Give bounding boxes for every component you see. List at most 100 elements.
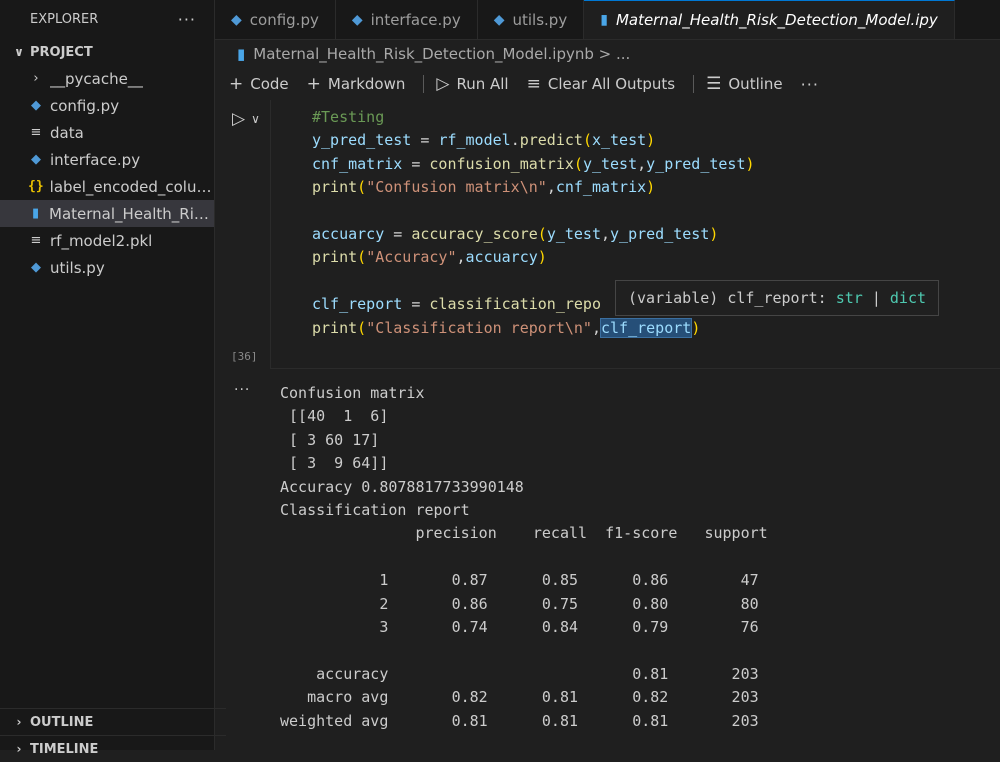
tab-config[interactable]: ◆ config.py xyxy=(215,0,336,39)
clear-outputs-label: Clear All Outputs xyxy=(547,75,676,93)
breadcrumb[interactable]: ▮ Maternal_Health_Risk_Detection_Model.i… xyxy=(215,40,1000,68)
code-token: print xyxy=(312,248,358,267)
code-token: x_test xyxy=(591,131,647,150)
code-token: rf_model xyxy=(438,131,511,150)
python-file-icon: ◆ xyxy=(31,98,41,113)
code-line[interactable]: y_pred_test = rf_model.predict(x_test) xyxy=(312,129,755,152)
outline-section-header[interactable]: › OUTLINE xyxy=(0,708,226,735)
tree-item-label: data xyxy=(50,123,84,142)
add-code-cell-button[interactable]: + Code xyxy=(229,74,289,94)
code-token: confusion_matrix xyxy=(429,154,574,173)
code-line[interactable] xyxy=(312,200,755,223)
clear-all-outputs-button[interactable]: ≡ Clear All Outputs xyxy=(527,74,676,94)
chevron-down-icon[interactable]: ∨ xyxy=(251,112,260,126)
tab-label: interface.py xyxy=(370,10,461,29)
tab-utils[interactable]: ◆ utils.py xyxy=(478,0,585,39)
explorer-title: EXPLORER xyxy=(30,12,99,27)
tab-label: config.py xyxy=(249,10,319,29)
code-token: y_pred_test xyxy=(610,224,710,243)
code-token: ( xyxy=(582,131,592,150)
output-actions-icon[interactable]: ··· xyxy=(234,382,250,398)
code-token: y_test xyxy=(582,154,638,173)
code-token: clf_report xyxy=(312,295,403,314)
chevron-right-icon: › xyxy=(16,715,22,729)
outline-label: OUTLINE xyxy=(30,714,94,730)
outline-button[interactable]: ☰ Outline xyxy=(706,74,783,94)
chevron-right-icon: › xyxy=(16,742,22,756)
code-token: cnf_matrix xyxy=(555,178,647,197)
run-cell-control[interactable]: ▷ ∨ xyxy=(232,109,260,129)
code-token: clf_report xyxy=(599,317,693,338)
code-token: predict xyxy=(519,131,583,150)
chevron-down-icon: ∨ xyxy=(14,45,24,59)
explorer-sidebar: EXPLORER ··· ∨ PROJECT › __pycache__ ◆ c… xyxy=(0,0,226,757)
tree-folder-pycache[interactable]: › __pycache__ xyxy=(0,65,214,92)
code-token: ) xyxy=(537,248,547,267)
editor-tabs: ◆ config.py ◆ interface.py ◆ utils.py ▮ … xyxy=(215,0,1000,40)
code-token: ( xyxy=(573,154,583,173)
code-token: ( xyxy=(357,178,367,197)
run-all-button[interactable]: ▷ Run All xyxy=(436,74,508,94)
code-token: y_test xyxy=(546,224,601,243)
code-line[interactable]: #Testing xyxy=(312,106,755,129)
python-file-icon: ◆ xyxy=(231,11,242,28)
code-line[interactable]: print("Confusion matrix\n",cnf_matrix) xyxy=(312,176,755,199)
add-markdown-cell-button[interactable]: + Markdown xyxy=(307,74,406,94)
tree-file-config[interactable]: ◆ config.py xyxy=(0,92,214,119)
tooltip-type-str: str xyxy=(835,289,863,307)
more-icon[interactable]: ··· xyxy=(178,10,196,29)
code-line[interactable]: accuarcy = accuracy_score(y_test,y_pred_… xyxy=(312,223,755,246)
code-line[interactable]: cnf_matrix = confusion_matrix(y_test,y_p… xyxy=(312,153,755,176)
tree-file-rf-model[interactable]: ≡ rf_model2.pkl xyxy=(0,227,214,254)
tab-notebook[interactable]: ▮ Maternal_Health_Risk_Detection_Model.i… xyxy=(584,0,955,39)
run-cell-icon[interactable]: ▷ xyxy=(232,109,245,129)
code-token: , xyxy=(546,178,556,197)
notebook-file-icon: ▮ xyxy=(237,45,246,63)
tab-label: utils.py xyxy=(512,10,568,29)
timeline-section-header[interactable]: › TIMELINE xyxy=(0,735,226,762)
tree-file-label-encoded[interactable]: {} label_encoded_colum... xyxy=(0,173,214,200)
code-line[interactable]: print("Classification report\n",clf_repo… xyxy=(312,317,755,340)
code-token: "Accuracy" xyxy=(366,248,457,267)
code-token: accuracy_score xyxy=(411,224,538,243)
code-line[interactable]: print("Accuracy",accuarcy) xyxy=(312,246,755,269)
code-token: ( xyxy=(537,224,547,243)
code-token: , xyxy=(601,224,611,243)
code-token: = xyxy=(402,295,430,314)
code-token: = xyxy=(411,131,439,150)
plus-icon: + xyxy=(306,74,321,94)
more-actions-icon[interactable]: ··· xyxy=(801,75,819,94)
code-token: ) xyxy=(745,154,755,173)
tab-interface[interactable]: ◆ interface.py xyxy=(336,0,478,39)
tree-item-label: utils.py xyxy=(50,258,105,277)
python-file-icon: ◆ xyxy=(493,11,505,28)
code-token: . xyxy=(510,131,520,150)
project-section-header[interactable]: ∨ PROJECT xyxy=(0,39,214,65)
tree-file-interface[interactable]: ◆ interface.py xyxy=(0,146,214,173)
text-file-icon: ≡ xyxy=(30,125,42,140)
notebook-file-icon: ▮ xyxy=(31,206,40,221)
notebook-toolbar: + Code + Markdown ▷ Run All ≡ Clear All … xyxy=(215,68,1000,100)
code-token: classification_repo xyxy=(429,295,601,314)
binary-file-icon: ≡ xyxy=(30,233,42,248)
tree-item-label: interface.py xyxy=(50,150,141,169)
code-token: , xyxy=(637,154,647,173)
code-token: accuarcy xyxy=(312,224,385,243)
tree-file-notebook[interactable]: ▮ Maternal_Health_Risk... xyxy=(0,200,214,227)
code-token: print xyxy=(312,178,358,197)
code-cell: ▷ ∨ #Testing y_pred_test = rf_model.predi… xyxy=(215,100,1000,372)
tree-file-utils[interactable]: ◆ utils.py xyxy=(0,254,214,281)
code-token: , xyxy=(591,318,601,337)
tree-item-label: label_encoded_colum... xyxy=(49,177,214,196)
tree-file-data[interactable]: ≡ data xyxy=(0,119,214,146)
timeline-label: TIMELINE xyxy=(30,741,99,757)
code-token: y_pred_test xyxy=(312,131,412,150)
tree-item-label: Maternal_Health_Risk... xyxy=(49,204,214,223)
code-token: ) xyxy=(691,318,701,337)
add-markdown-label: Markdown xyxy=(327,75,406,93)
explorer-header: EXPLORER ··· xyxy=(0,0,214,39)
code-token: "Confusion matrix\n" xyxy=(366,178,547,197)
python-file-icon: ◆ xyxy=(351,11,363,28)
code-token: cnf_matrix xyxy=(312,154,403,173)
code-token: = xyxy=(384,224,412,243)
